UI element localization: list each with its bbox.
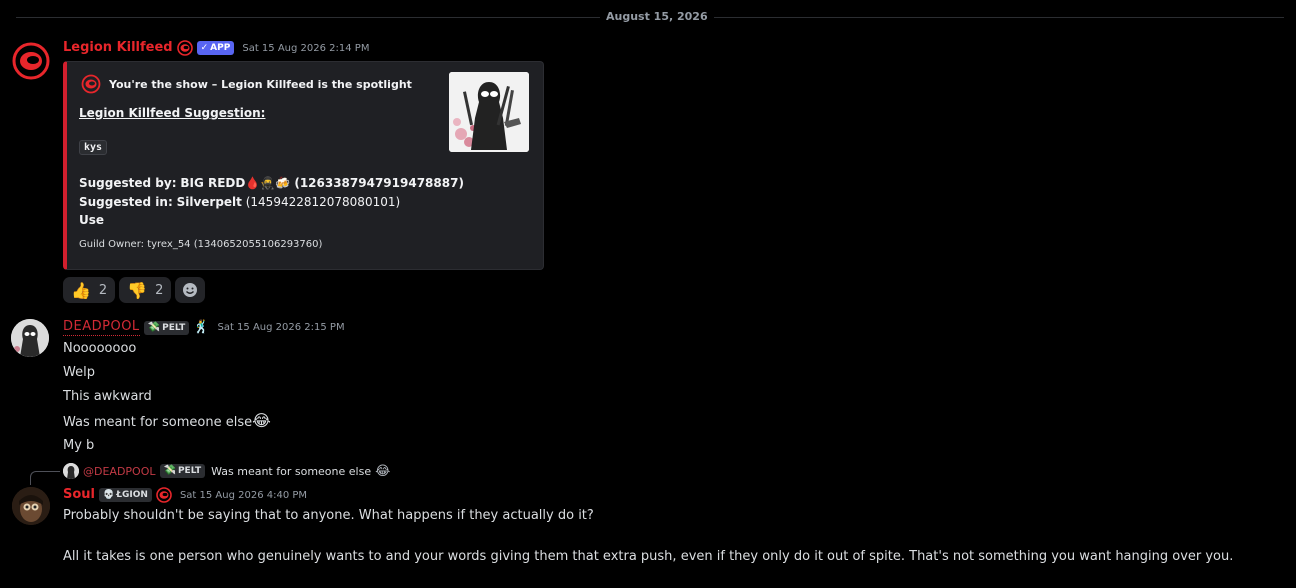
message-line: All it takes is one person who genuinely… — [63, 549, 1234, 564]
username[interactable]: Legion Killfeed — [63, 40, 173, 56]
legion-logo-icon — [81, 74, 101, 94]
clan-tag[interactable]: 💀 ŁGION — [99, 488, 152, 502]
soul-avatar-icon — [12, 487, 50, 525]
thumbs-down-icon: 👎 — [127, 280, 148, 300]
reaction-thumbs-up[interactable]: 👍 2 — [63, 277, 116, 303]
message-line: My b — [63, 438, 95, 453]
username[interactable]: Soul — [63, 487, 95, 503]
deadpool-avatar-icon — [11, 319, 49, 357]
embed-card: You're the show – Legion Killfeed is the… — [63, 61, 544, 270]
dancer-icon: 🕺 — [193, 320, 210, 335]
checkmark-icon: ✓ — [200, 43, 209, 53]
legion-killfeed-avatar[interactable] — [12, 42, 50, 80]
reaction-count: 2 — [98, 282, 108, 298]
message-header: DEADPOOL 💸 PELT 🕺 Sat 15 Aug 2026 2:15 PM — [63, 319, 345, 336]
skull-icon: 💀 — [103, 490, 115, 500]
reply-connector — [30, 471, 60, 485]
legion-logo-icon — [176, 40, 193, 56]
field-value: BIG REDD🩸🥷🍻 (1263387947919478887) — [180, 176, 464, 190]
reply-preview[interactable]: @DEADPOOL 💸 PELT Was meant for someone el… — [63, 463, 390, 479]
message-line: Welp — [63, 365, 95, 380]
field-value-id: (1459422812078080101) — [245, 195, 401, 209]
message-line: Noooooooo — [63, 341, 137, 356]
embed-footer: Guild Owner: tyrex_54 (13406520551062937… — [79, 239, 323, 250]
reactions-bar: 👍 2 👎 2 — [63, 277, 206, 303]
clan-tag[interactable]: 💸 PELT — [143, 320, 190, 335]
message-line: This awkward — [63, 389, 152, 404]
message-header: Legion Killfeed ✓ APP Sat 15 Aug 2026 2:1… — [63, 40, 369, 56]
clan-tag: 💸 PELT — [159, 464, 206, 478]
reply-preview-text: Was meant for someone else — [211, 464, 372, 478]
date-divider-label: August 15, 2026 — [600, 10, 714, 24]
add-reaction-icon — [183, 283, 198, 297]
reaction-thumbs-down[interactable]: 👎 2 — [119, 277, 172, 303]
field-value-server: Silverpelt — [176, 195, 242, 209]
message-line: Probably shouldn't be saying that to any… — [63, 508, 594, 523]
money-icon: 💸 — [147, 321, 161, 333]
embed-title: Legion Killfeed Suggestion: — [79, 106, 266, 120]
add-reaction-button[interactable] — [175, 277, 206, 303]
embed-field-use: Use — [79, 213, 105, 227]
username[interactable]: DEADPOOL — [63, 319, 140, 336]
inline-code: kys — [79, 140, 108, 155]
reply-author[interactable]: @DEADPOOL — [83, 465, 156, 478]
message-line: Was meant for someone else😂 — [63, 411, 271, 431]
timestamp[interactable]: Sat 15 Aug 2026 2:15 PM — [217, 322, 344, 333]
embed-author-name: You're the show – Legion Killfeed is the… — [109, 77, 412, 91]
money-icon: 💸 — [163, 465, 176, 476]
timestamp[interactable]: Sat 15 Aug 2026 2:14 PM — [242, 43, 369, 54]
deadpool-art-icon — [449, 72, 529, 152]
reply-avatar — [63, 463, 79, 479]
timestamp[interactable]: Sat 15 Aug 2026 4:40 PM — [180, 490, 307, 501]
soul-avatar[interactable] — [12, 487, 50, 525]
message-header: Soul 💀 ŁGION Sat 15 Aug 2026 4:40 PM — [63, 487, 307, 503]
reaction-count: 2 — [155, 282, 164, 298]
embed-field-suggested-by: Suggested by: BIG REDD🩸🥷🍻 (1263387947919… — [79, 176, 464, 190]
app-badge: ✓ APP — [196, 41, 235, 55]
embed-author: You're the show – Legion Killfeed is the… — [81, 74, 412, 94]
embed-thumbnail[interactable] — [449, 72, 529, 152]
deadpool-avatar-icon — [63, 463, 79, 479]
field-label: Suggested in: — [79, 195, 173, 209]
deadpool-avatar[interactable] — [11, 319, 49, 357]
joy-emoji-icon: 😂 — [252, 411, 271, 430]
legion-logo-icon — [156, 487, 172, 503]
field-label: Suggested by: — [79, 176, 177, 190]
embed-field-suggested-in: Suggested in: Silverpelt (14594228120780… — [79, 195, 400, 209]
thumbs-up-icon: 👍 — [71, 280, 91, 300]
legion-logo-icon — [12, 42, 50, 80]
joy-emoji-icon: 😂 — [375, 463, 391, 479]
